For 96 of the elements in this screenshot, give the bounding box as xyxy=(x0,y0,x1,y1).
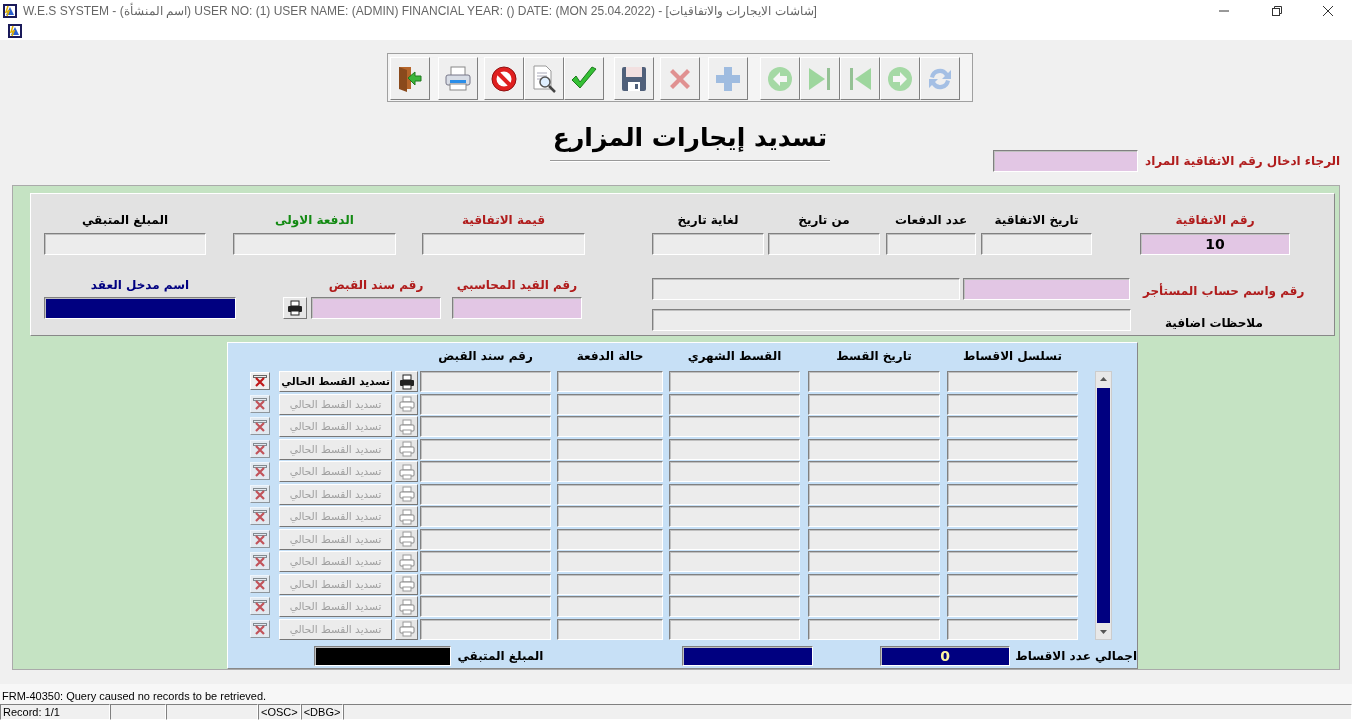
delete-icon xyxy=(253,397,267,410)
delete-icon xyxy=(253,465,267,477)
field-label: قيمة الاتفاقية xyxy=(461,213,546,227)
field-label: لغاية تاريخ xyxy=(676,213,740,227)
remove-button[interactable] xyxy=(250,462,270,480)
delete-icon xyxy=(253,622,267,635)
printer-icon xyxy=(398,486,415,502)
remove-button[interactable] xyxy=(250,597,270,615)
field-label: تاريخ الاتفاقية xyxy=(993,213,1080,227)
app-icon[interactable] xyxy=(7,23,23,39)
total-label: اجمالي عدد الاقساط xyxy=(1015,649,1137,663)
input-field[interactable] xyxy=(452,297,582,319)
delete-icon xyxy=(253,442,267,455)
field-label: رقم واسم حساب المستأجر xyxy=(1143,284,1305,298)
remove-button[interactable] xyxy=(250,529,270,548)
delete-icon xyxy=(253,577,267,590)
search-label: الرجاء ادخال رقم الاتفاقية المراد xyxy=(1145,154,1341,168)
query-button[interactable] xyxy=(524,57,564,100)
input-field[interactable]: 0 xyxy=(879,646,1011,666)
accept-button[interactable] xyxy=(564,57,604,100)
input-field[interactable] xyxy=(768,233,880,255)
printer-icon xyxy=(398,576,415,592)
printer-icon xyxy=(398,418,415,435)
remove-button[interactable] xyxy=(250,507,270,525)
column-header: تسلسل الاقساط xyxy=(962,349,1063,364)
exit-button[interactable] xyxy=(390,57,430,100)
delete-icon xyxy=(253,600,267,612)
scrollbar[interactable] xyxy=(1095,371,1112,640)
save-button[interactable] xyxy=(614,57,654,100)
input-field[interactable] xyxy=(44,233,206,255)
input-field[interactable] xyxy=(886,233,976,255)
restore-icon[interactable] xyxy=(1271,5,1283,17)
input-field[interactable] xyxy=(422,233,585,255)
input-field[interactable] xyxy=(963,278,1130,300)
field-label: المبلغ المتبقي xyxy=(80,213,170,227)
print-button[interactable] xyxy=(283,297,307,319)
delete-icon xyxy=(253,487,267,500)
print-button[interactable] xyxy=(395,371,418,392)
input-field[interactable] xyxy=(233,233,396,255)
delete-icon xyxy=(253,532,267,545)
field-label: رقم سند القبض xyxy=(327,278,425,292)
remove-button[interactable] xyxy=(250,574,270,593)
record-indicator: Record: 1/1 xyxy=(0,704,110,720)
field-label: اسم مدخل العقد xyxy=(89,278,191,292)
delete-icon xyxy=(253,510,267,522)
total-label: المبلغ المتبقي xyxy=(457,649,544,663)
printer-icon xyxy=(398,531,415,547)
input-field[interactable]: 10 xyxy=(1140,233,1290,255)
pay-installment-button[interactable]: تسديد القسط الحالي xyxy=(279,371,392,392)
field-label: الدفعة الاولى xyxy=(274,213,355,227)
column-header: القسط الشهري xyxy=(686,349,783,364)
remove-button[interactable] xyxy=(250,484,270,503)
form-heading: تسديد إيجارات المزارع xyxy=(551,122,829,155)
status-cell xyxy=(110,704,166,720)
remove-button[interactable] xyxy=(250,417,270,435)
printer-icon xyxy=(287,300,303,316)
remove-button[interactable] xyxy=(250,394,270,413)
input-field[interactable] xyxy=(981,233,1092,255)
input-field[interactable] xyxy=(652,309,1131,331)
printer-icon xyxy=(398,553,415,570)
delete-icon xyxy=(253,555,267,567)
field-label: من تاريخ xyxy=(797,213,851,227)
remove-button[interactable] xyxy=(250,552,270,570)
delete-icon xyxy=(253,420,267,432)
field-label: عدد الدفعات xyxy=(893,213,969,227)
field-label: رقم الاتفاقية xyxy=(1174,213,1256,227)
column-header: حالة الدفعة xyxy=(575,349,645,364)
delete-icon xyxy=(253,375,267,387)
input-field[interactable] xyxy=(44,297,236,319)
window-title: W.E.S SYSTEM - (اسم المنشأة) USER NO: (1) USER NAME: (ADMIN) FINANCIAL YEAR: () DATE: (MON 25.04.2022) - [شاشات الايجارات والاتفاقيات] xyxy=(23,2,817,20)
field-label: ملاحظات اضافية xyxy=(1165,316,1263,330)
printer-icon xyxy=(398,598,415,615)
printer-icon xyxy=(398,463,415,480)
input-field[interactable] xyxy=(652,278,960,300)
status-message: FRM-40350: Query caused no records to be retrieved. xyxy=(0,684,1352,704)
printer-icon xyxy=(398,508,415,525)
column-header: رقم سند القبض xyxy=(437,349,534,364)
printer-icon xyxy=(398,441,415,457)
remove-button[interactable] xyxy=(250,372,270,390)
status-indicator: <OSC> xyxy=(258,704,301,720)
printer-icon xyxy=(398,373,415,390)
remove-button[interactable] xyxy=(250,439,270,458)
printer-icon xyxy=(398,621,415,637)
close-icon[interactable] xyxy=(1322,5,1334,17)
input-field[interactable] xyxy=(311,297,441,319)
field-label: رقم القيد المحاسبي xyxy=(455,278,579,292)
input-field[interactable] xyxy=(652,233,764,255)
column-header: تاريخ القسط xyxy=(835,349,913,364)
scroll-thumb[interactable] xyxy=(1097,388,1110,623)
status-indicator: <DBG> xyxy=(300,704,344,720)
search-field[interactable] xyxy=(993,150,1138,172)
input-field[interactable] xyxy=(314,646,452,666)
cancel-button[interactable] xyxy=(484,57,524,100)
printer-icon xyxy=(398,396,415,412)
input-field[interactable] xyxy=(682,646,813,666)
remove-button[interactable] xyxy=(250,619,270,638)
